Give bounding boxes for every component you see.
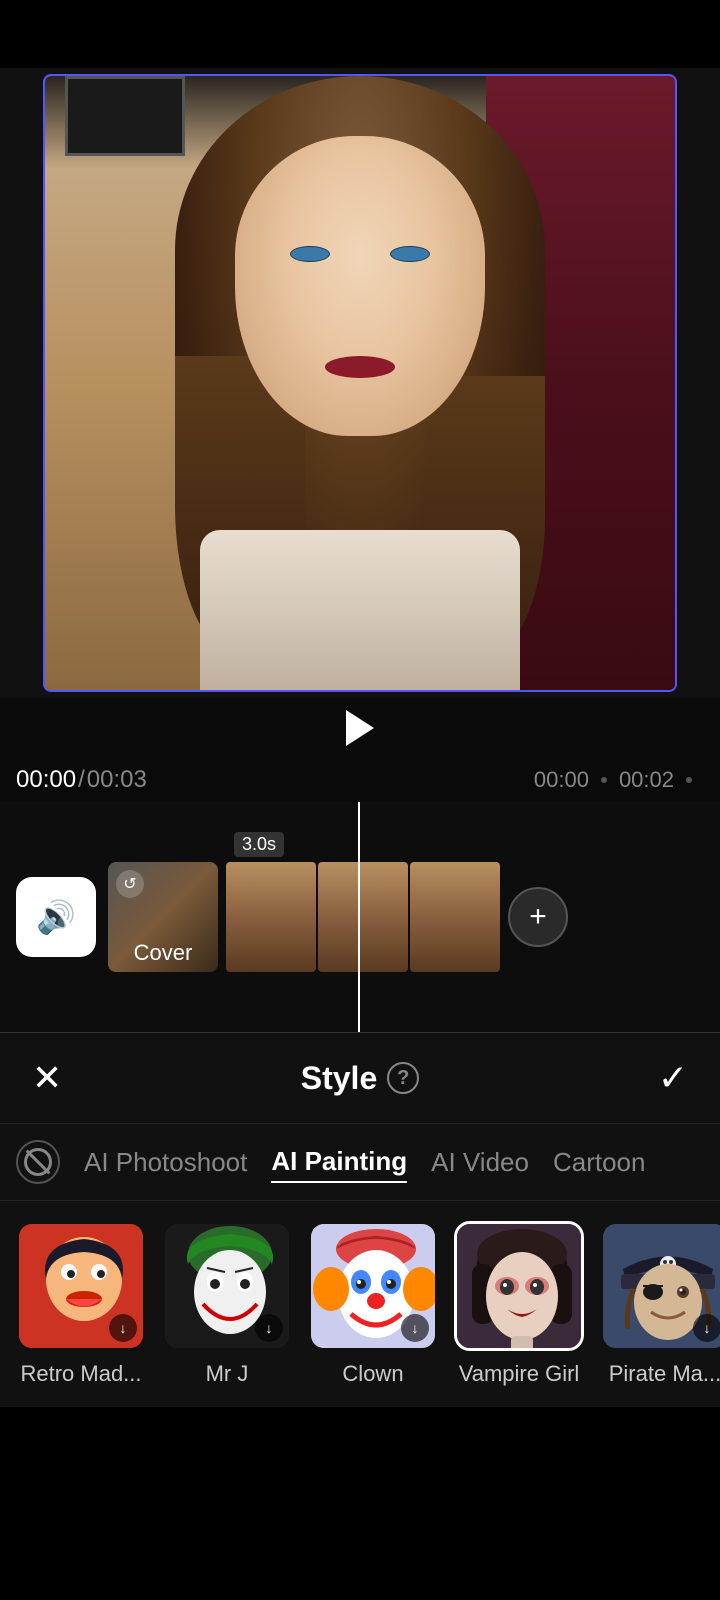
style-item-clown[interactable]: ↓ Clown (308, 1221, 438, 1387)
help-icon[interactable]: ? (387, 1062, 419, 1094)
style-items-grid: ↓ Retro Mad... (0, 1201, 720, 1407)
download-icon-pirate-ma: ↓ (693, 1314, 720, 1342)
timeline-markers: 00:00 00:02 (147, 767, 704, 793)
marker-1: 00:00 (534, 767, 589, 793)
playhead (358, 802, 360, 1032)
style-label-clown: Clown (342, 1361, 403, 1387)
download-icon-clown: ↓ (401, 1314, 429, 1342)
video-strip[interactable]: 3.0s (226, 862, 500, 972)
category-tabs: AI Photoshoot AI Painting AI Video Carto… (0, 1124, 720, 1201)
close-button[interactable]: ✕ (32, 1060, 62, 1096)
style-item-retro-mad[interactable]: ↓ Retro Mad... (16, 1221, 146, 1387)
track-area: 🔊 ↺ Cover 3.0s + (0, 802, 720, 1032)
style-label-pirate-ma: Pirate Ma... (609, 1361, 720, 1387)
strip-frame-2 (318, 862, 408, 972)
eye-left (290, 246, 330, 262)
timeline-bar: 00:00 / 00:03 00:00 00:02 (0, 758, 720, 802)
cover-arrow-icon: ↺ (116, 870, 144, 898)
volume-button[interactable]: 🔊 (16, 877, 96, 957)
lips (325, 356, 395, 378)
download-icon-mr-j: ↓ (255, 1314, 283, 1342)
portrait-bg (45, 76, 675, 690)
style-header: ✕ Style ? ✓ (0, 1033, 720, 1124)
cover-thumbnail[interactable]: ↺ Cover (108, 862, 218, 972)
style-thumb-pirate-ma: ↓ (600, 1221, 720, 1351)
bg-picture-frame (65, 76, 185, 156)
tab-ai-photoshoot[interactable]: AI Photoshoot (84, 1143, 247, 1182)
time-current: 00:00 (16, 766, 76, 794)
video-preview (0, 68, 720, 698)
playback-controls (0, 698, 720, 758)
style-thumb-clown: ↓ (308, 1221, 438, 1351)
style-label-vampire-girl: Vampire Girl (459, 1361, 580, 1387)
timeline-dot-1 (601, 777, 607, 783)
eye-right (390, 246, 430, 262)
style-item-pirate-ma[interactable]: ↓ Pirate Ma... (600, 1221, 720, 1387)
download-icon-retro-mad: ↓ (109, 1314, 137, 1342)
track-content: 🔊 ↺ Cover 3.0s + (0, 862, 720, 972)
style-panel: ✕ Style ? ✓ AI Photoshoot AI Painting AI… (0, 1032, 720, 1407)
no-style-button[interactable] (16, 1140, 60, 1184)
track-timeline: ↺ Cover 3.0s + (108, 862, 704, 972)
top-bar (0, 0, 720, 68)
confirm-button[interactable]: ✓ (658, 1057, 688, 1099)
strip-frame-inner-1 (226, 862, 316, 972)
style-thumb-mr-j: ↓ (162, 1221, 292, 1351)
portrait-face (235, 136, 485, 436)
video-frame (43, 74, 677, 692)
tab-ai-painting[interactable]: AI Painting (271, 1142, 407, 1183)
cover-label: Cover (134, 940, 193, 966)
no-style-icon (24, 1148, 52, 1176)
style-title-group: Style ? (301, 1060, 419, 1097)
play-button[interactable] (346, 710, 374, 746)
style-label-retro-mad: Retro Mad... (20, 1361, 141, 1387)
tab-ai-video[interactable]: AI Video (431, 1143, 529, 1182)
duration-badge: 3.0s (234, 832, 284, 857)
style-img-vampire-girl (457, 1224, 581, 1348)
clothing (200, 530, 520, 690)
timeline-dot-2 (686, 777, 692, 783)
strip-frame-1 (226, 862, 316, 972)
strip-frame-inner-2 (318, 862, 408, 972)
tab-cartoon[interactable]: Cartoon (553, 1143, 646, 1182)
time-total: 00:03 (87, 766, 147, 794)
time-separator: / (78, 766, 85, 794)
strip-frame-inner-3 (410, 862, 500, 972)
marker-2: 00:02 (619, 767, 674, 793)
style-label-mr-j: Mr J (206, 1361, 249, 1387)
style-thumb-retro-mad: ↓ (16, 1221, 146, 1351)
style-title: Style (301, 1060, 377, 1097)
volume-icon: 🔊 (36, 898, 76, 936)
style-thumb-vampire-girl (454, 1221, 584, 1351)
strip-frame-3 (410, 862, 500, 972)
add-clip-button[interactable]: + (508, 887, 568, 947)
style-item-vampire-girl[interactable]: Vampire Girl (454, 1221, 584, 1387)
style-item-mr-j[interactable]: ↓ Mr J (162, 1221, 292, 1387)
